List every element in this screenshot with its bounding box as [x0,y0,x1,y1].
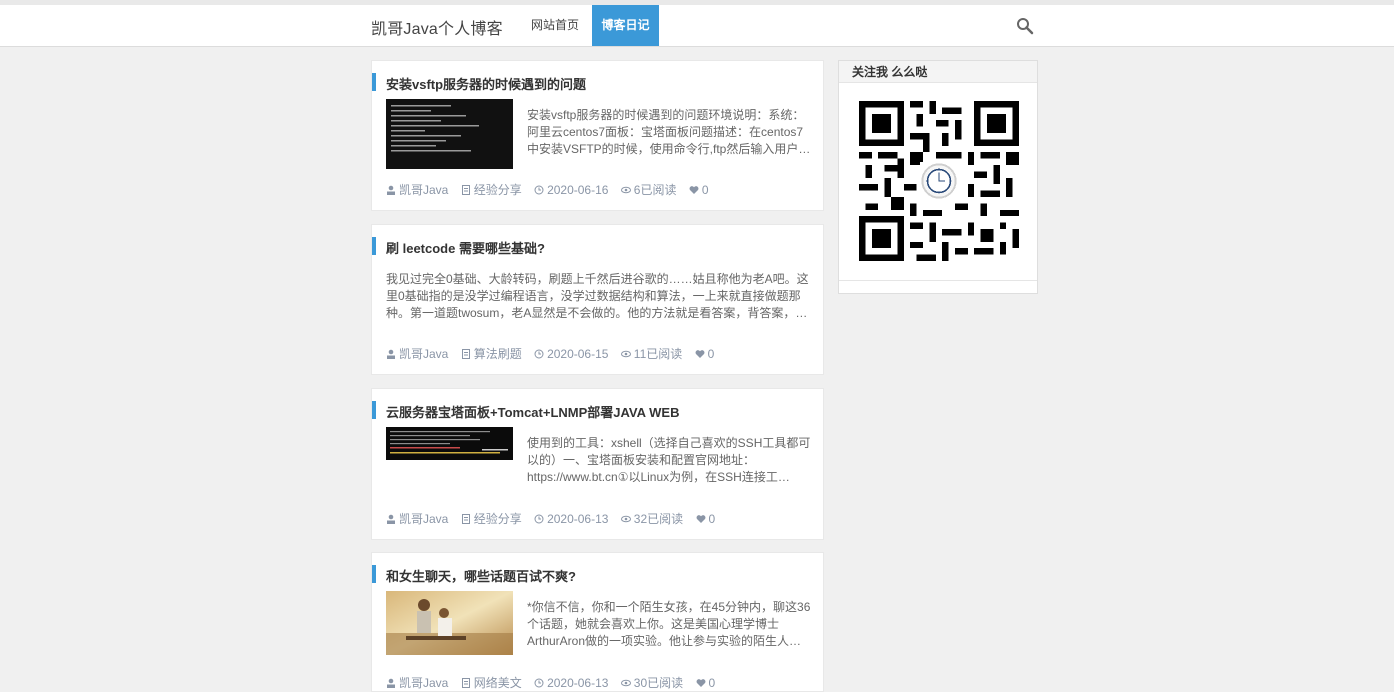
post-excerpt: 使用到的工具：xshell（选择自己喜欢的SSH工具都可以的）一、宝塔面板安装和… [527,436,811,484]
post-views: 6已阅读 [620,181,676,198]
clock-icon [534,185,544,195]
document-icon [461,514,470,524]
title-accent-bar [372,565,376,583]
post-title[interactable]: 安装vsftp服务器的时候遇到的问题 [386,74,586,93]
title-accent-bar [372,237,376,255]
post-meta: 凯哥Java 经验分享 2020-06-16 6已阅读 0 [386,181,718,198]
post-meta: 凯哥Java 网络美文 2020-06-13 30已阅读 0 [386,674,724,691]
post-author[interactable]: 凯哥Java [386,510,448,527]
eye-icon [620,350,631,358]
post-card: 云服务器宝塔面板+Tomcat+LNMP部署JAVA WEB 使用到的工具：xs… [371,388,824,540]
user-icon [387,349,395,359]
heart-icon [689,186,699,194]
post-likes[interactable]: 0 [696,512,715,526]
post-excerpt: 安装vsftp服务器的时候遇到的问题环境说明：系统：阿里云centos7面板：宝… [527,108,811,156]
post-category[interactable]: 算法刷题 [461,345,522,362]
post-thumbnail[interactable] [386,591,513,655]
post-thumbnail[interactable] [386,427,513,460]
document-icon [461,349,470,359]
post-meta: 凯哥Java 算法刷题 2020-06-15 11已阅读 0 [386,345,723,362]
post-title[interactable]: 刷 leetcode 需要哪些基础? [386,238,545,257]
post-category[interactable]: 网络美文 [461,674,522,691]
post-category[interactable]: 经验分享 [461,181,522,198]
post-views: 11已阅读 [620,345,682,362]
post-views: 30已阅读 [620,674,683,691]
post-excerpt: *你信不信，你和一个陌生女孩，在45分钟内，聊这36个话题，她就会喜欢上你。这是… [527,600,811,648]
widget-divider [839,280,1037,281]
widget-title: 关注我 么么哒 [839,61,1037,83]
post-date: 2020-06-13 [534,676,608,690]
post-card: 和女生聊天，哪些话题百试不爽? *你信不信，你和一个陌生女孩，在45分钟内，聊这… [371,552,824,692]
post-likes[interactable]: 0 [696,676,715,690]
eye-icon [620,186,631,194]
post-meta: 凯哥Java 经验分享 2020-06-13 32已阅读 0 [386,510,724,527]
site-title[interactable]: 凯哥Java个人博客 [371,15,503,39]
post-date: 2020-06-13 [534,512,608,526]
post-excerpt: 我见过完全0基础、大龄转码，刷题上千然后进谷歌的……姑且称他为老A吧。这里0基础… [386,272,809,320]
post-title[interactable]: 云服务器宝塔面板+Tomcat+LNMP部署JAVA WEB [386,402,679,421]
post-author[interactable]: 凯哥Java [386,181,448,198]
eye-icon [620,515,631,523]
user-icon [387,185,395,195]
post-card: 安装vsftp服务器的时候遇到的问题 安装vsftp服务器的时候遇到的问题环境说… [371,60,824,211]
follow-widget: 关注我 么么哒 [838,60,1038,294]
site-header: 凯哥Java个人博客 网站首页 博客日记 [0,5,1394,47]
heart-icon [695,350,705,358]
clock-icon [534,514,544,524]
post-thumbnail[interactable] [386,99,513,169]
post-title[interactable]: 和女生聊天，哪些话题百试不爽? [386,566,576,585]
user-icon [387,514,395,524]
post-date: 2020-06-16 [534,183,608,197]
post-author[interactable]: 凯哥Java [386,345,448,362]
post-likes[interactable]: 0 [695,347,714,361]
clock-icon [534,349,544,359]
nav-blog[interactable]: 博客日记 [592,5,659,46]
document-icon [461,185,470,195]
title-accent-bar [372,73,376,91]
qr-code-icon [859,101,1019,261]
post-author[interactable]: 凯哥Java [386,674,448,691]
title-accent-bar [372,401,376,419]
post-card: 刷 leetcode 需要哪些基础? 我见过完全0基础、大龄转码，刷题上千然后进… [371,224,824,375]
search-icon[interactable] [1016,17,1034,35]
nav-home[interactable]: 网站首页 [522,5,588,46]
heart-icon [696,515,705,523]
post-likes[interactable]: 0 [689,183,709,197]
post-date: 2020-06-15 [534,347,608,361]
post-category[interactable]: 经验分享 [461,510,522,527]
post-views: 32已阅读 [620,510,683,527]
